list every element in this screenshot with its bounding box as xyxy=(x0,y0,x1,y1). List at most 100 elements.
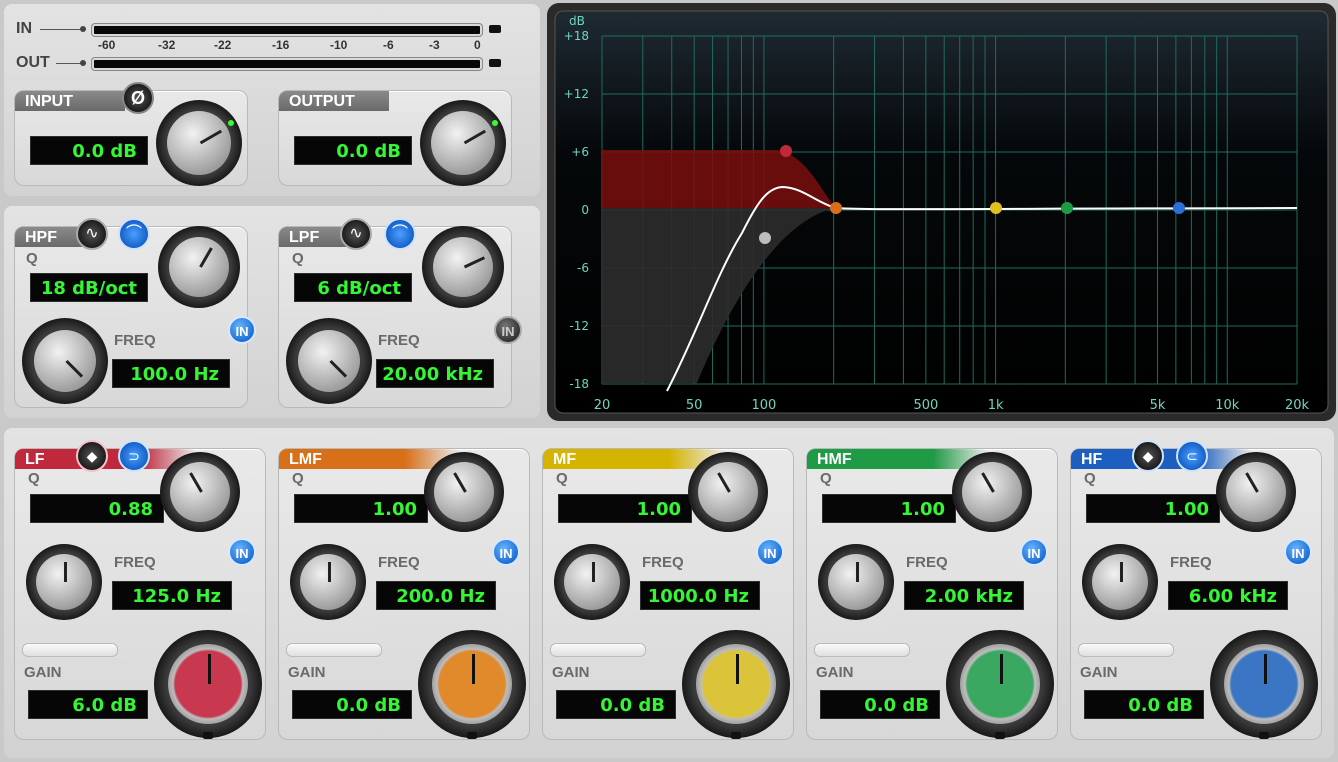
lmf-band-handle[interactable] xyxy=(830,202,842,214)
lf-in-button[interactable]: IN xyxy=(228,538,256,566)
lmf-freq-knob[interactable] xyxy=(290,544,366,620)
lf-shelf-shape-button[interactable]: ⊃ xyxy=(118,440,150,472)
output-knob-led xyxy=(492,120,498,126)
lmf-gain-display: 0.0 dB xyxy=(292,690,412,719)
db-tick-label: -12 xyxy=(569,319,589,333)
lf-freq-knob[interactable] xyxy=(26,544,102,620)
hf-freq-knob[interactable] xyxy=(1082,544,1158,620)
hmf-freq-knob[interactable] xyxy=(818,544,894,620)
meter-scale-tick: -3 xyxy=(429,38,440,52)
hf-divider-slot xyxy=(1078,643,1174,657)
input-gain-knob[interactable] xyxy=(156,100,242,186)
hf-freq-display: 6.00 kHz xyxy=(1168,581,1288,610)
lpf-slope-shape-button[interactable]: ⌒ xyxy=(384,218,416,250)
db-tick-label: +18 xyxy=(564,29,589,43)
hmf-gain-label: GAIN xyxy=(816,664,854,681)
phase-invert-button[interactable]: Ø xyxy=(122,82,154,114)
lpf-in-button[interactable]: IN xyxy=(494,316,522,344)
mf-band-handle[interactable] xyxy=(990,202,1002,214)
lf-q-display: 0.88 xyxy=(30,494,164,523)
freq-tick-label: 1k xyxy=(988,398,1004,413)
mf-q-knob[interactable] xyxy=(688,452,768,532)
freq-tick-label: 10k xyxy=(1215,398,1240,413)
eq-graph[interactable]: dB +18 +12 +6 0 -6 -12 -18 20 50 100 500 1k 5k 10k 20… xyxy=(547,3,1336,421)
meter-in-dot xyxy=(80,26,86,32)
hmf-in-button[interactable]: IN xyxy=(1020,538,1048,566)
meter-in-clip-led[interactable] xyxy=(489,25,501,33)
meter-out-clip-led[interactable] xyxy=(489,59,501,67)
hf-gain-knob[interactable] xyxy=(1210,630,1318,738)
db-tick-label: -18 xyxy=(569,377,589,391)
lf-gain-display: 6.0 dB xyxy=(28,690,148,719)
hmf-q-label: Q xyxy=(820,470,832,487)
lpf-title: LPF xyxy=(279,227,349,247)
lmf-q-label: Q xyxy=(292,470,304,487)
mf-gain-knob[interactable] xyxy=(682,630,790,738)
hmf-freq-display: 2.00 kHz xyxy=(904,581,1024,610)
lmf-q-knob[interactable] xyxy=(424,452,504,532)
lpf-slope-knob[interactable] xyxy=(422,226,504,308)
mf-gain-label: GAIN xyxy=(552,664,590,681)
freq-tick-label: 100 xyxy=(752,398,777,413)
input-title: INPUT xyxy=(15,91,125,111)
lpf-freq-knob[interactable] xyxy=(286,318,372,404)
mf-gain-knob-foot xyxy=(731,732,741,739)
lmf-in-button[interactable]: IN xyxy=(492,538,520,566)
hf-gain-display: 0.0 dB xyxy=(1084,690,1204,719)
output-title: OUTPUT xyxy=(279,91,389,111)
hmf-gain-display: 0.0 dB xyxy=(820,690,940,719)
hmf-gain-knob[interactable] xyxy=(946,630,1054,738)
lf-band-handle[interactable] xyxy=(780,145,792,157)
hf-band-handle[interactable] xyxy=(1173,202,1185,214)
hpf-slope-display: 18 dB/oct xyxy=(30,273,148,302)
db-tick-label: 0 xyxy=(581,203,589,217)
lf-gain-knob[interactable] xyxy=(154,630,262,738)
lmf-gain-knob-foot xyxy=(467,732,477,739)
meter-out-dot xyxy=(80,60,86,66)
hmf-divider-slot xyxy=(814,643,910,657)
lf-q-label: Q xyxy=(28,470,40,487)
mf-divider-slot xyxy=(550,643,646,657)
hpf-slope-knob[interactable] xyxy=(158,226,240,308)
freq-tick-label: 50 xyxy=(686,398,703,413)
mf-q-display: 1.00 xyxy=(558,494,692,523)
mf-freq-label: FREQ xyxy=(642,554,684,571)
hf-q-display: 1.00 xyxy=(1086,494,1220,523)
hf-q-knob[interactable] xyxy=(1216,452,1296,532)
lpf-notch-shape-button[interactable]: ∿ xyxy=(340,218,372,250)
lf-q-knob[interactable] xyxy=(160,452,240,532)
hf-in-button[interactable]: IN xyxy=(1284,538,1312,566)
meter-scale-tick: -22 xyxy=(214,38,232,52)
hpf-freq-knob[interactable] xyxy=(22,318,108,404)
freq-tick-label: 20 xyxy=(594,398,611,413)
lmf-gain-knob[interactable] xyxy=(418,630,526,738)
mf-gain-display: 0.0 dB xyxy=(556,690,676,719)
hmf-q-knob[interactable] xyxy=(952,452,1032,532)
hf-bell-shape-button[interactable]: ◆ xyxy=(1132,440,1164,472)
hpf-in-button[interactable]: IN xyxy=(228,316,256,344)
db-tick-label: -6 xyxy=(577,261,589,275)
hpf-band-handle[interactable] xyxy=(759,232,771,244)
meter-scale-tick: -60 xyxy=(98,38,116,52)
hpf-notch-shape-button[interactable]: ∿ xyxy=(76,218,108,250)
output-gain-knob[interactable] xyxy=(420,100,506,186)
mf-in-button[interactable]: IN xyxy=(756,538,784,566)
meter-scale-tick: -6 xyxy=(383,38,394,52)
lf-bell-shape-button[interactable]: ◆ xyxy=(76,440,108,472)
meter-scale-tick: -10 xyxy=(330,38,348,52)
hmf-band-handle[interactable] xyxy=(1061,202,1073,214)
hpf-slope-shape-button[interactable]: ⌒ xyxy=(118,218,150,250)
lpf-slope-display: 6 dB/oct xyxy=(294,273,412,302)
hf-gain-label: GAIN xyxy=(1080,664,1118,681)
lf-gain-label: GAIN xyxy=(24,664,62,681)
mf-q-label: Q xyxy=(556,470,568,487)
freq-tick-label: 500 xyxy=(913,398,938,413)
lf-divider-slot xyxy=(22,643,118,657)
mf-freq-knob[interactable] xyxy=(554,544,630,620)
lf-freq-display: 125.0 Hz xyxy=(112,581,232,610)
hpf-freq-label: FREQ xyxy=(114,332,156,349)
db-unit-label: dB xyxy=(569,14,585,28)
lpf-freq-display: 20.00 kHz xyxy=(376,359,494,388)
eq-graph-svg[interactable]: dB +18 +12 +6 0 -6 -12 -18 20 50 100 500 1k 5k 10k 20… xyxy=(547,3,1336,421)
hf-shelf-shape-button[interactable]: ⊂ xyxy=(1176,440,1208,472)
